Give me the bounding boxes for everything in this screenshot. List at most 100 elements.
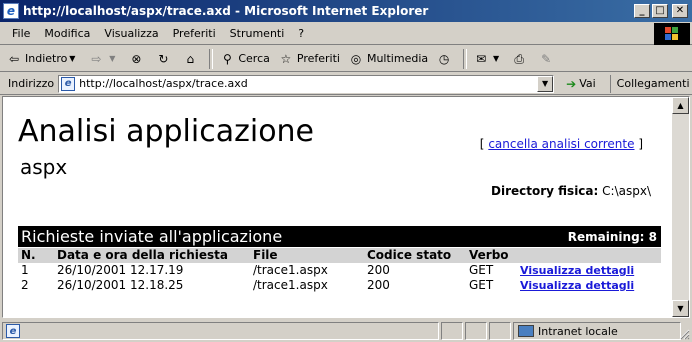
print-icon: ⎙ bbox=[514, 51, 524, 66]
media-label: Multimedia bbox=[366, 52, 429, 65]
page-subtitle: aspx bbox=[20, 155, 68, 179]
back-arrow-icon: ⇦ bbox=[8, 51, 20, 66]
address-label: Indirizzo bbox=[8, 77, 55, 90]
bracket-close: ] bbox=[638, 137, 643, 151]
table-header-row: N. Data e ora della richiesta File Codic… bbox=[18, 248, 661, 263]
page-done-icon: e bbox=[6, 324, 20, 338]
mail-button[interactable]: ✉ ▼ bbox=[473, 51, 503, 67]
cell-n: 2 bbox=[21, 278, 29, 292]
windows-logo-icon bbox=[654, 23, 690, 45]
standard-toolbar: ⇦ Indietro ▼ ⇨ ▼ ⊗ ↻ ⌂ ⚲ Cerca ☆ Preferi… bbox=[0, 46, 692, 72]
table-row: 2 26/10/2001 12.18.25 /trace1.aspx 200 G… bbox=[18, 278, 661, 293]
intranet-zone-icon bbox=[518, 325, 534, 337]
scroll-track[interactable] bbox=[672, 114, 689, 300]
back-button[interactable]: ⇦ Indietro ▼ bbox=[6, 51, 80, 67]
status-bar: e Intranet locale bbox=[0, 320, 692, 342]
favorites-star-icon: ☆ bbox=[280, 51, 292, 66]
view-details-link[interactable]: Visualizza dettagli bbox=[520, 279, 634, 292]
scroll-down-icon[interactable]: ▼ bbox=[672, 300, 689, 317]
window-title: http://localhost/aspx/trace.axd - Micros… bbox=[23, 4, 429, 18]
cell-file: /trace1.aspx bbox=[253, 263, 328, 277]
mail-dropdown-icon[interactable]: ▼ bbox=[492, 51, 500, 67]
history-button[interactable]: ◷ bbox=[436, 51, 455, 67]
close-button[interactable]: ✕ bbox=[672, 4, 688, 18]
menu-help[interactable]: ? bbox=[292, 27, 310, 40]
status-pane bbox=[441, 322, 463, 340]
maximize-button[interactable]: □ bbox=[652, 4, 668, 18]
physical-dir-value: C:\aspx\ bbox=[602, 184, 651, 198]
zone-label: Intranet locale bbox=[538, 324, 618, 338]
column-header-file: File bbox=[250, 248, 364, 263]
view-details-link[interactable]: Visualizza dettagli bbox=[520, 264, 634, 277]
menu-file[interactable]: File bbox=[6, 27, 36, 40]
requests-section-header: Richieste inviate all'applicazione Remai… bbox=[18, 226, 661, 247]
browser-viewport: Analisi applicazione aspx [ cancella ana… bbox=[2, 96, 690, 318]
toolbar-separator bbox=[463, 48, 468, 69]
menu-preferiti[interactable]: Preferiti bbox=[167, 27, 222, 40]
page-title: Analisi applicazione bbox=[18, 114, 315, 149]
address-input[interactable]: e http://localhost/aspx/trace.axd ▼ bbox=[58, 74, 555, 93]
search-button[interactable]: ⚲ Cerca bbox=[219, 51, 270, 67]
refresh-button[interactable]: ↻ bbox=[155, 51, 174, 67]
cell-actions: Visualizza dettagli bbox=[517, 263, 661, 278]
resize-grip-icon[interactable] bbox=[678, 328, 690, 340]
vertical-scrollbar[interactable]: ▲ ▼ bbox=[672, 97, 689, 317]
column-header-verb: Verbo bbox=[466, 248, 517, 263]
page-content: Analisi applicazione aspx [ cancella ana… bbox=[3, 97, 671, 317]
favorites-label: Preferiti bbox=[296, 52, 340, 65]
home-button[interactable]: ⌂ bbox=[182, 51, 201, 67]
cell-status: 200 bbox=[367, 278, 390, 292]
media-button[interactable]: ◎ Multimedia bbox=[348, 51, 428, 67]
window-titlebar: e http://localhost/aspx/trace.axd - Micr… bbox=[0, 0, 692, 22]
history-icon: ◷ bbox=[438, 51, 450, 66]
bracket-open: [ bbox=[479, 137, 485, 151]
links-button[interactable]: Collegamenti bbox=[609, 74, 690, 93]
favorites-button[interactable]: ☆ Preferiti bbox=[278, 51, 340, 67]
column-header-status: Codice stato bbox=[364, 248, 466, 263]
go-button[interactable]: ➔ Vai bbox=[566, 77, 596, 91]
page-icon: e bbox=[61, 76, 76, 91]
edit-icon: ✎ bbox=[541, 51, 552, 66]
go-label: Vai bbox=[579, 77, 596, 90]
menu-bar: File Modifica Visualizza Preferiti Strum… bbox=[0, 23, 692, 45]
back-label: Indietro bbox=[25, 52, 68, 65]
status-pane bbox=[489, 322, 511, 340]
ie-page-icon: e bbox=[3, 3, 19, 19]
go-arrow-icon: ➔ bbox=[566, 76, 577, 91]
print-button[interactable]: ⎙ bbox=[511, 51, 530, 67]
mail-icon: ✉ bbox=[476, 51, 487, 66]
address-value[interactable]: http://localhost/aspx/trace.axd bbox=[79, 77, 248, 90]
refresh-icon: ↻ bbox=[158, 51, 169, 66]
forward-dropdown-icon[interactable]: ▼ bbox=[107, 51, 117, 67]
status-pane bbox=[465, 322, 487, 340]
search-label: Cerca bbox=[238, 52, 270, 65]
menu-visualizza[interactable]: Visualizza bbox=[98, 27, 164, 40]
forward-button[interactable]: ⇨ ▼ bbox=[88, 51, 120, 67]
cell-datetime: 26/10/2001 12.17.19 bbox=[57, 263, 184, 277]
physical-dir-label: Directory fisica: bbox=[491, 184, 599, 198]
address-dropdown-icon[interactable]: ▼ bbox=[537, 75, 554, 92]
clear-trace-link[interactable]: cancella analisi corrente bbox=[488, 137, 634, 151]
back-dropdown-icon[interactable]: ▼ bbox=[67, 51, 77, 67]
table-row: 1 26/10/2001 12.17.19 /trace1.aspx 200 G… bbox=[18, 263, 661, 278]
cell-verb: GET bbox=[469, 278, 494, 292]
cell-status: 200 bbox=[367, 263, 390, 277]
cell-n: 1 bbox=[21, 263, 29, 277]
cell-datetime: 26/10/2001 12.18.25 bbox=[57, 278, 184, 292]
stop-button[interactable]: ⊗ bbox=[128, 51, 147, 67]
minimize-button[interactable]: _ bbox=[634, 4, 650, 18]
media-icon: ◎ bbox=[350, 51, 362, 66]
status-main-pane: e bbox=[2, 322, 439, 340]
menu-strumenti[interactable]: Strumenti bbox=[224, 27, 291, 40]
home-icon: ⌂ bbox=[186, 51, 195, 66]
column-header-actions bbox=[517, 248, 661, 263]
requests-table: N. Data e ora della richiesta File Codic… bbox=[18, 248, 661, 293]
column-header-n: N. bbox=[18, 248, 54, 263]
cell-file: /trace1.aspx bbox=[253, 278, 328, 292]
remaining-count: Remaining: 8 bbox=[567, 229, 657, 244]
physical-directory: Directory fisica: C:\aspx\ bbox=[491, 184, 651, 198]
menu-modifica[interactable]: Modifica bbox=[38, 27, 96, 40]
edit-button[interactable]: ✎ bbox=[538, 51, 557, 67]
scroll-up-icon[interactable]: ▲ bbox=[672, 97, 689, 114]
clear-trace-container: [ cancella analisi corrente ] bbox=[480, 137, 643, 151]
